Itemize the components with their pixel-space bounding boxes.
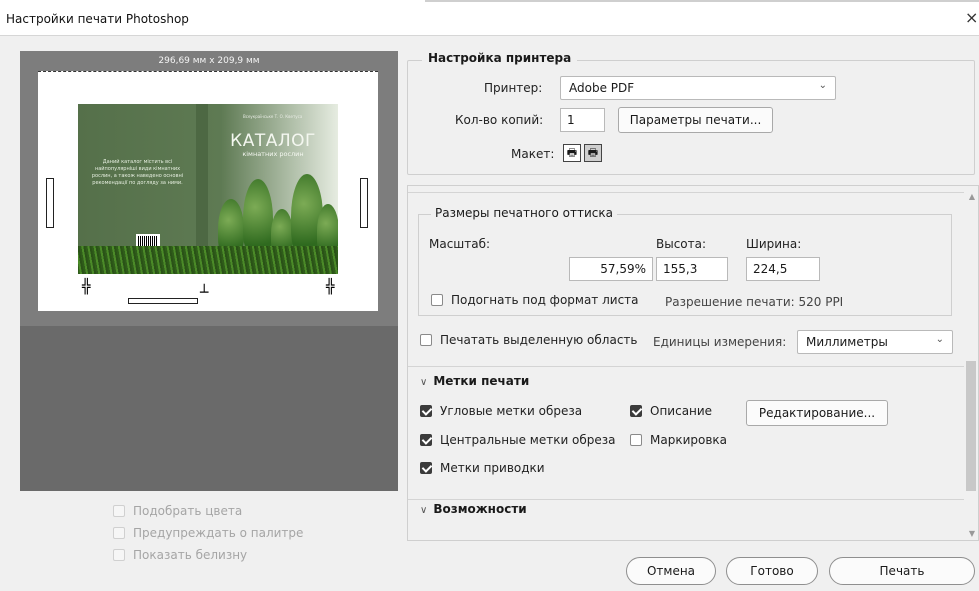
- center-crop-marks-label: Центральные метки обреза: [440, 433, 616, 447]
- chevron-down-icon: ⌄: [935, 334, 944, 345]
- preview-panel: 296,69 мм x 209,9 мм ╬ ╬ ╬ ╬ ┬ ┴ Даний к…: [20, 51, 398, 491]
- printer-value: Adobe PDF: [569, 81, 635, 95]
- description-checkbox[interactable]: [630, 405, 642, 417]
- registration-mark-bottom: [128, 298, 198, 304]
- chevron-down-icon: ⌄: [818, 80, 827, 91]
- corner-crop-mark-icon: ╬: [82, 279, 91, 295]
- center-crop-marks-option[interactable]: Центральные метки обреза: [420, 433, 616, 447]
- printer-setup-group: Настройка принтера Принтер: Adobe PDF ⌄ …: [407, 51, 975, 175]
- title-bar: Настройки печати Photoshop ×: [0, 0, 979, 36]
- artwork-blurb: Даний каталог містить всі найпопулярніші…: [91, 159, 184, 186]
- corner-crop-marks-label: Угловые метки обреза: [440, 404, 583, 418]
- edit-description-button[interactable]: Редактирование...: [746, 400, 888, 426]
- functions-header[interactable]: ∨ Возможности: [420, 502, 527, 516]
- printer-select[interactable]: Adobe PDF ⌄: [560, 76, 836, 100]
- corner-crop-marks-checkbox[interactable]: [420, 405, 432, 417]
- print-selected-area-option[interactable]: Печатать выделенную область: [420, 333, 637, 347]
- center-crop-mark-icon: ┴: [200, 285, 209, 301]
- settings-scroll-panel[interactable]: Размеры печатного оттиска Масштаб: 57,59…: [407, 185, 979, 541]
- cancel-button[interactable]: Отмена: [626, 557, 716, 585]
- chevron-down-icon: ∨: [420, 377, 428, 388]
- print-settings-button[interactable]: Параметры печати...: [618, 107, 773, 133]
- scroll-up-icon[interactable]: ▲: [969, 192, 975, 201]
- window-title: Настройки печати Photoshop: [6, 12, 189, 26]
- section-divider: [408, 499, 966, 500]
- copies-input[interactable]: 1: [560, 108, 605, 132]
- copies-label: Кол-во копий:: [455, 113, 544, 127]
- description-option[interactable]: Описание: [630, 404, 712, 418]
- match-colors-label: Подобрать цвета: [133, 504, 243, 518]
- chevron-down-icon: ∨: [420, 505, 428, 516]
- printer-label: Принтер:: [484, 81, 543, 95]
- corner-crop-mark-icon: ╬: [326, 279, 335, 295]
- units-label: Единицы измерения:: [653, 335, 787, 349]
- width-label: Ширина:: [746, 237, 802, 251]
- color-options: Подобрать цвета Предупреждать о палитре …: [113, 500, 303, 566]
- settings-scrollbar[interactable]: ▲ ▼: [964, 186, 978, 540]
- fit-media-label: Подогнать под формат листа: [451, 293, 639, 307]
- match-colors-option[interactable]: Подобрать цвета: [113, 500, 303, 522]
- layout-label: Макет:: [511, 147, 555, 161]
- artwork-subtitle: кімнатних рослин: [242, 150, 304, 158]
- show-paper-white-option[interactable]: Показать белизну: [113, 544, 303, 566]
- print-selected-area-label: Печатать выделенную область: [440, 333, 638, 347]
- title-rule: [425, 0, 979, 2]
- registration-mark-right: [360, 178, 368, 228]
- paper-sheet: ╬ ╬ ╬ ╬ ┬ ┴ Даний каталог містить всі на…: [38, 71, 378, 311]
- units-value: Миллиметры: [806, 335, 888, 349]
- gamut-warning-checkbox[interactable]: [113, 527, 125, 539]
- artwork-title: КАТАЛОГ: [230, 131, 316, 151]
- gamut-warning-label: Предупреждать о палитре: [133, 526, 304, 540]
- fit-media-checkbox[interactable]: [431, 294, 443, 306]
- close-icon[interactable]: ×: [965, 10, 978, 26]
- functions-title: Возможности: [433, 502, 527, 516]
- height-input[interactable]: 155,3: [656, 257, 728, 281]
- print-size-group: Размеры печатного оттиска Масштаб: 57,59…: [418, 206, 952, 316]
- print-resolution-text: Разрешение печати: 520 PPI: [665, 295, 844, 309]
- print-size-legend: Размеры печатного оттиска: [431, 206, 617, 220]
- scale-label: Масштаб:: [429, 237, 491, 251]
- grass-strip: [78, 246, 338, 274]
- labels-option[interactable]: Маркировка: [630, 433, 727, 447]
- printer-setup-legend: Настройка принтера: [422, 51, 578, 65]
- paper-dimensions: 296,69 мм x 209,9 мм: [158, 56, 260, 66]
- registration-marks-checkbox[interactable]: [420, 462, 432, 474]
- printing-marks-header[interactable]: ∨ Метки печати: [420, 374, 529, 388]
- artwork-thumbnail: Даний каталог містить всі найпопулярніші…: [78, 104, 338, 274]
- section-divider: [408, 366, 966, 367]
- height-label: Высота:: [656, 237, 707, 251]
- registration-mark-left: [46, 178, 54, 228]
- width-input[interactable]: 224,5: [746, 257, 820, 281]
- show-paper-white-label: Показать белизну: [133, 548, 248, 562]
- scroll-down-icon[interactable]: ▼: [969, 529, 975, 538]
- landscape-layout-icon[interactable]: 🖶: [584, 144, 602, 162]
- printing-marks-title: Метки печати: [433, 374, 530, 388]
- section-divider: [408, 192, 966, 193]
- description-label: Описание: [650, 404, 713, 418]
- scrollbar-thumb[interactable]: [966, 361, 976, 491]
- preview-canvas: 296,69 мм x 209,9 мм ╬ ╬ ╬ ╬ ┬ ┴ Даний к…: [20, 51, 398, 326]
- labels-checkbox[interactable]: [630, 434, 642, 446]
- show-paper-white-checkbox[interactable]: [113, 549, 125, 561]
- labels-label: Маркировка: [650, 433, 728, 447]
- gamut-warning-option[interactable]: Предупреждать о палитре: [113, 522, 303, 544]
- print-button[interactable]: Печать: [829, 557, 975, 585]
- units-select[interactable]: Миллиметры ⌄: [797, 330, 953, 354]
- registration-marks-label: Метки приводки: [440, 461, 545, 475]
- match-colors-checkbox[interactable]: [113, 505, 125, 517]
- scale-input[interactable]: 57,59%: [569, 257, 653, 281]
- fit-media-option[interactable]: Подогнать под формат листа: [431, 293, 639, 307]
- done-button[interactable]: Готово: [726, 557, 818, 585]
- portrait-layout-icon[interactable]: 🖶: [563, 144, 581, 162]
- artwork-author: Всеукраїнське Т. О. Кветуса: [243, 114, 303, 119]
- center-crop-marks-checkbox[interactable]: [420, 434, 432, 446]
- corner-crop-marks-option[interactable]: Угловые метки обреза: [420, 404, 582, 418]
- registration-marks-option[interactable]: Метки приводки: [420, 461, 545, 475]
- print-selected-area-checkbox[interactable]: [420, 334, 432, 346]
